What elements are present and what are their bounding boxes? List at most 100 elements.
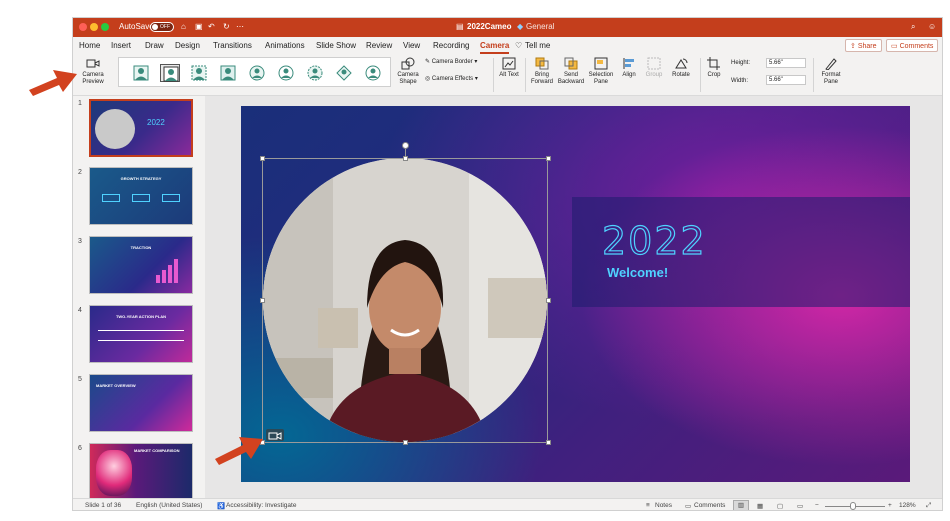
more-icon[interactable]: ⋯	[236, 22, 244, 31]
ribbon-divider	[493, 58, 494, 92]
thumbnail-title: TRACTION	[130, 245, 152, 250]
share-button[interactable]: ⇪ Share	[845, 39, 882, 52]
camera-preview-button[interactable]: Camera Preview	[76, 57, 110, 86]
redo-icon[interactable]: ↻	[223, 22, 230, 31]
format-pane-button[interactable]: Format Pane	[817, 57, 845, 86]
camera-style-1[interactable]	[131, 64, 151, 82]
notes-button[interactable]: Notes	[655, 502, 672, 509]
resize-handle-bottom[interactable]	[403, 440, 408, 445]
send-backward-label: Send Backward	[557, 72, 585, 85]
resize-handle-left[interactable]	[260, 298, 265, 303]
slideshow-view-icon[interactable]: ▭	[797, 502, 803, 510]
format-pane-icon	[825, 58, 837, 70]
tell-me-search[interactable]: Tell me	[525, 41, 550, 50]
crop-label: Crop	[707, 72, 721, 78]
tab-animations[interactable]: Animations	[265, 41, 305, 50]
crop-button[interactable]: Crop	[704, 57, 724, 79]
reading-view-icon[interactable]: ▢	[777, 502, 783, 510]
account-icon[interactable]: ☺	[928, 22, 936, 31]
rotate-button[interactable]: Rotate	[669, 57, 693, 79]
status-bar: Slide 1 of 36 English (United States) ♿ …	[73, 498, 942, 510]
slide-title[interactable]: 2022	[601, 218, 707, 263]
fit-to-window-icon[interactable]: ⤢	[926, 502, 931, 510]
resize-handle-right[interactable]	[546, 298, 551, 303]
camera-style-5[interactable]	[247, 64, 267, 82]
slide-counter: Slide 1 of 36	[85, 502, 122, 509]
accessibility-status[interactable]: Accessibility: Investigate	[226, 502, 296, 509]
tab-draw[interactable]: Draw	[145, 41, 164, 50]
camera-ribbon: Camera Preview Camera Shape ✎ Camera Bor…	[73, 54, 942, 96]
resize-handle-top-left[interactable]	[260, 156, 265, 161]
tab-insert[interactable]: Insert	[111, 41, 131, 50]
camera-style-9[interactable]	[363, 64, 383, 82]
tab-view[interactable]: View	[403, 41, 420, 50]
group-button[interactable]: Group	[643, 57, 665, 79]
zoom-slider-thumb[interactable]	[850, 502, 856, 510]
bring-forward-button[interactable]: Bring Forward	[528, 57, 556, 86]
tab-home[interactable]: Home	[79, 41, 100, 50]
group-icon	[647, 57, 661, 70]
camera-style-3[interactable]	[189, 64, 209, 82]
tab-review[interactable]: Review	[366, 41, 392, 50]
camera-style-7[interactable]	[305, 64, 325, 82]
slide-thumbnail-5[interactable]: MARKET OVERVIEW	[89, 374, 193, 432]
alt-text-button[interactable]: Alt Text	[498, 57, 520, 79]
undo-icon[interactable]: ↶	[208, 22, 215, 31]
home-icon[interactable]: ⌂	[181, 22, 186, 31]
tab-transitions[interactable]: Transitions	[213, 41, 252, 50]
maximize-window-button[interactable]	[101, 23, 109, 31]
height-label: Height:	[731, 60, 751, 66]
camera-preview-label: Camera Preview	[82, 72, 104, 85]
bar	[162, 270, 166, 283]
zoom-level[interactable]: 128%	[899, 502, 916, 509]
format-pane-label: Format Pane	[821, 72, 841, 85]
accessibility-icon: ♿	[217, 503, 226, 510]
alt-text-icon	[502, 57, 516, 70]
camera-style-8[interactable]	[334, 64, 354, 82]
slide-thumbnail-2[interactable]: GROWTH STRATEGY	[89, 167, 193, 225]
slide-subtitle[interactable]: Welcome!	[607, 265, 668, 280]
selection-pane-button[interactable]: Selection Pane	[586, 57, 616, 86]
camera-border-button[interactable]: ✎ Camera Border ▾	[425, 59, 477, 66]
slide-thumbnail-3[interactable]: TRACTION	[89, 236, 193, 294]
autosave-toggle[interactable]: OFF	[150, 22, 174, 32]
slide-thumbnail-4[interactable]: TWO-YEAR ACTION PLAN	[89, 305, 193, 363]
normal-view-icon[interactable]: ▥	[733, 500, 749, 510]
thumbnail-title: MARKET COMPARISON	[134, 448, 180, 453]
resize-handle-top-right[interactable]	[546, 156, 551, 161]
save-icon[interactable]: ▣	[195, 22, 203, 31]
camera-toggle-button[interactable]	[266, 429, 284, 441]
language-status[interactable]: English (United States)	[136, 502, 202, 509]
slide-thumbnail-6[interactable]: MARKET COMPARISON	[89, 443, 193, 501]
width-field[interactable]: 5.66"	[766, 75, 806, 85]
bring-forward-label: Bring Forward	[530, 72, 553, 85]
camera-style-6[interactable]	[276, 64, 296, 82]
camera-style-2[interactable]	[160, 64, 180, 82]
tab-design[interactable]: Design	[175, 41, 200, 50]
tab-camera[interactable]: Camera	[480, 41, 510, 54]
resize-handle-bottom-right[interactable]	[546, 440, 551, 445]
sensitivity-label[interactable]: General	[526, 22, 554, 31]
align-label: Align	[622, 72, 636, 78]
height-field[interactable]: 5.66"	[766, 58, 806, 68]
minimize-window-button[interactable]	[90, 23, 98, 31]
camera-style-4[interactable]	[218, 64, 238, 82]
comments-button[interactable]: ▭ Comments	[886, 39, 939, 52]
title-band: 2022 Welcome!	[572, 197, 910, 307]
tab-slide-show[interactable]: Slide Show	[316, 41, 356, 50]
zoom-out-icon[interactable]: −	[815, 502, 819, 509]
camera-shape-button[interactable]: Camera Shape	[395, 57, 421, 86]
slide-sorter-icon[interactable]: ▦	[757, 502, 763, 510]
shapes-icon	[401, 57, 415, 70]
send-backward-button[interactable]: Send Backward	[557, 57, 585, 86]
ribbon-divider	[813, 58, 814, 92]
comments-status-button[interactable]: Comments	[694, 502, 725, 509]
search-icon[interactable]: ⌕	[911, 22, 915, 32]
rotate-handle[interactable]	[402, 142, 409, 149]
align-button[interactable]: Align	[618, 57, 640, 79]
slide-thumbnail-1[interactable]: 2022	[89, 99, 193, 157]
camera-effects-button[interactable]: ◎ Camera Effects ▾	[425, 76, 478, 83]
tab-recording[interactable]: Recording	[433, 41, 469, 50]
close-window-button[interactable]	[79, 23, 87, 31]
zoom-in-icon[interactable]: +	[888, 502, 892, 509]
